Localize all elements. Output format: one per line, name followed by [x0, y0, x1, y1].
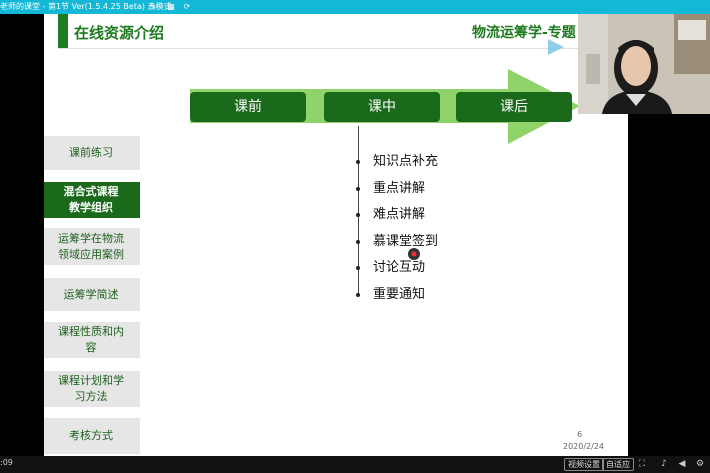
- list-item: 慕课堂签到: [356, 230, 438, 249]
- slide-title: 在线资源介绍: [74, 24, 165, 42]
- presentation-slide: 在线资源介绍 物流运筹学-专题 课前 课中 课后 知识点补充 重点讲解 难点讲解…: [44, 14, 628, 456]
- nav-blended-course[interactable]: 混合式课程 教学组织: [44, 182, 140, 218]
- window-titlebar: 老师的课堂 - 第1节 Ver(1.5.4.25 Beta) 云模式 ✎ ▦ ⟳: [0, 0, 710, 14]
- elapsed-time: :09: [0, 458, 13, 467]
- self-adapt-button[interactable]: 自适应: [602, 458, 634, 471]
- title-accent-bar: [58, 14, 68, 48]
- window-title: 老师的课堂 - 第1节 Ver(1.5.4.25 Beta) 云模式: [0, 2, 172, 11]
- title-divider: [58, 48, 614, 49]
- nav-logistics-cases[interactable]: 运筹学在物流 领域应用案例: [44, 228, 140, 265]
- nav-or-overview[interactable]: 运筹学简述: [44, 278, 140, 311]
- mic-icon[interactable]: ♪: [658, 458, 670, 470]
- volume-icon[interactable]: ◀: [676, 458, 688, 470]
- webcam-video: [578, 14, 710, 114]
- nav-study-plan[interactable]: 课程计划和学 习方法: [44, 371, 140, 407]
- settings-icon[interactable]: ⚙: [694, 458, 706, 470]
- list-item: 重点讲解: [356, 177, 425, 196]
- list-item: 知识点补充: [356, 150, 438, 169]
- nav-pre-class-practice[interactable]: 课前练习: [44, 136, 140, 170]
- fullscreen-icon[interactable]: ⛶: [636, 458, 648, 470]
- bottom-toolbar: :09 视频设置 自适应 ⛶ ♪ ◀ ⚙: [0, 456, 710, 473]
- list-item: 难点讲解: [356, 203, 425, 222]
- video-settings-button[interactable]: 视频设置: [564, 458, 604, 471]
- grid-icon[interactable]: ▦: [166, 2, 176, 12]
- nav-course-nature[interactable]: 课程性质和内 容: [44, 322, 140, 358]
- video-play-icon[interactable]: [544, 36, 566, 58]
- slide-date: 2020/2/24: [563, 442, 605, 451]
- edit-icon[interactable]: ✎: [148, 2, 158, 12]
- phase-after-class: 课后: [456, 92, 572, 122]
- refresh-icon[interactable]: ⟳: [182, 2, 192, 12]
- laser-pointer-icon: [408, 248, 420, 260]
- phase-during-class: 课中: [324, 92, 440, 122]
- nav-assessment[interactable]: 考核方式: [44, 418, 140, 454]
- phase-before-class: 课前: [190, 92, 306, 122]
- list-item: 重要通知: [356, 283, 425, 302]
- page-number: 6: [577, 430, 583, 439]
